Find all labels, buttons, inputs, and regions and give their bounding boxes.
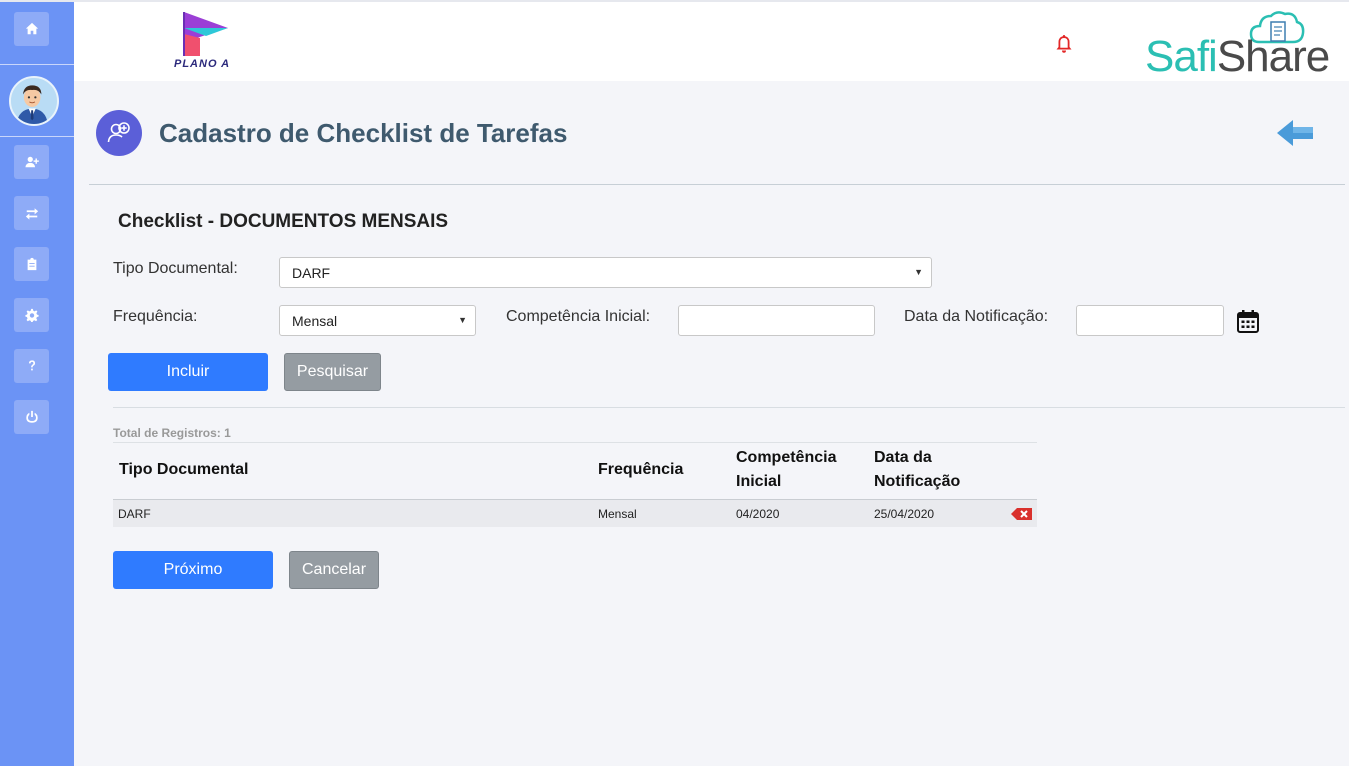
th-notificacao-line2: Notificação	[874, 473, 961, 490]
th-frequencia: Frequência	[598, 461, 684, 478]
th-competencia-line1: Competência	[736, 449, 837, 466]
brand-part-2: Share	[1216, 32, 1330, 81]
add-user-icon	[107, 122, 130, 143]
th-notificacao-line1: Data da	[874, 449, 932, 466]
incluir-button[interactable]: Incluir	[108, 353, 268, 391]
help-button[interactable]	[14, 349, 49, 383]
add-user-button[interactable]	[14, 145, 49, 179]
back-arrow-icon[interactable]	[1275, 117, 1315, 149]
gear-icon	[24, 308, 39, 322]
add-user-icon	[24, 156, 39, 168]
exchange-icon	[25, 208, 38, 220]
cell-tipo: DARF	[118, 507, 151, 521]
sidebar-divider	[0, 136, 74, 137]
brand-part-1: Safi	[1145, 32, 1218, 81]
total-registros-label: Total de Registros:	[113, 426, 221, 440]
table-top-border	[113, 442, 1037, 443]
th-competencia-inicial: Competência Inicial	[736, 446, 836, 494]
cell-frequencia: Mensal	[598, 507, 637, 521]
cell-competencia: 04/2020	[736, 507, 780, 521]
logout-button[interactable]	[14, 400, 49, 434]
settings-button[interactable]	[14, 298, 49, 332]
home-button[interactable]	[14, 12, 49, 46]
calendar-icon[interactable]	[1236, 308, 1260, 334]
delete-icon[interactable]	[1011, 507, 1033, 521]
exchange-button[interactable]	[14, 196, 49, 230]
th-tipo-documental: Tipo Documental	[119, 461, 249, 478]
header: PLANO A SafiShare	[74, 0, 1349, 81]
section-subtitle: Checklist - DOCUMENTOS MENSAIS	[118, 211, 449, 232]
safishare-logo: SafiShare	[1145, 32, 1330, 82]
chevron-down-icon: ▼	[914, 267, 923, 277]
total-registros-value: 1	[224, 426, 231, 440]
page-title: Cadastro de Checklist de Tarefas	[159, 118, 568, 148]
avatar[interactable]	[9, 76, 59, 126]
home-icon	[25, 22, 38, 35]
title-divider	[89, 184, 1345, 185]
clipboard-icon	[27, 257, 36, 271]
data-notificacao-label: Data da Notificação:	[904, 308, 1049, 325]
pesquisar-button[interactable]: Pesquisar	[284, 353, 381, 391]
tipo-documental-label: Tipo Documental:	[113, 260, 238, 277]
th-competencia-line2: Inicial	[736, 473, 782, 490]
bell-icon[interactable]	[1053, 33, 1075, 55]
chevron-down-icon: ▼	[458, 315, 467, 325]
sidebar-divider	[0, 64, 74, 65]
proximo-button[interactable]: Próximo	[113, 551, 273, 589]
form-divider	[113, 407, 1345, 408]
question-icon	[28, 360, 35, 371]
cancelar-button[interactable]: Cancelar	[289, 551, 379, 589]
clipboard-button[interactable]	[14, 247, 49, 281]
user-avatar-icon	[11, 78, 54, 124]
sidebar	[0, 0, 74, 766]
competencia-inicial-input[interactable]	[678, 305, 875, 336]
th-data-notificacao: Data da Notificação	[874, 446, 960, 494]
plano-a-logo-text: PLANO A	[174, 58, 231, 70]
competencia-inicial-label: Competência Inicial:	[506, 308, 651, 325]
frequencia-value: Mensal	[292, 313, 338, 329]
frequencia-label: Frequência:	[113, 308, 198, 325]
page-title-icon	[96, 110, 142, 156]
total-registros: Total de Registros: 1	[113, 426, 231, 440]
power-icon	[25, 410, 38, 423]
frequencia-select[interactable]: Mensal ▼	[279, 305, 476, 336]
cell-notificacao: 25/04/2020	[874, 507, 935, 521]
tipo-documental-value: DARF	[292, 265, 331, 281]
tipo-documental-select[interactable]: DARF ▼	[279, 257, 932, 288]
data-notificacao-input[interactable]	[1076, 305, 1224, 336]
